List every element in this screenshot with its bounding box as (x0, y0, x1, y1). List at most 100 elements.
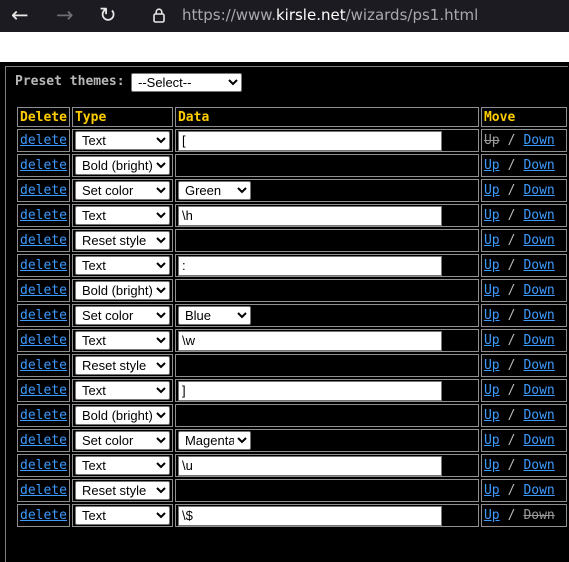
type-select[interactable]: Reset style (74, 481, 170, 500)
move-up-link[interactable]: Up (484, 458, 500, 473)
type-select[interactable]: Bold (bright) (74, 281, 170, 300)
move-separator: / (507, 133, 516, 148)
color-select[interactable]: Magenta (177, 431, 251, 450)
type-select[interactable]: Text (74, 206, 170, 225)
color-select[interactable]: Green (177, 181, 251, 200)
move-up-link[interactable]: Up (484, 333, 500, 348)
move-cell: Up / Down (480, 329, 567, 352)
move-down-link[interactable]: Down (523, 408, 554, 423)
text-data-input[interactable] (177, 255, 442, 276)
move-down-link[interactable]: Down (523, 208, 554, 223)
type-select[interactable]: Text (74, 506, 170, 525)
table-row: delete Text Up / Down (17, 454, 567, 477)
type-select[interactable]: Text (74, 131, 170, 150)
text-data-input[interactable] (177, 130, 442, 151)
move-down-link[interactable]: Down (523, 133, 554, 148)
type-select[interactable]: Bold (bright) (74, 156, 170, 175)
delete-link[interactable]: delete (20, 358, 67, 373)
move-separator: / (507, 358, 516, 373)
type-select[interactable]: Text (74, 331, 170, 350)
type-select[interactable]: Text (74, 456, 170, 475)
move-up-link[interactable]: Up (484, 258, 500, 273)
type-select[interactable]: Set color (74, 306, 170, 325)
back-arrow-icon[interactable]: ← (11, 3, 29, 27)
move-down-link[interactable]: Down (523, 333, 554, 348)
delete-link[interactable]: delete (20, 383, 67, 398)
move-down-link[interactable]: Down (523, 183, 554, 198)
preset-themes-select[interactable]: --Select-- (131, 73, 242, 92)
move-cell: Up / Down (480, 229, 567, 252)
type-select[interactable]: Reset style (74, 231, 170, 250)
text-data-input[interactable] (177, 505, 442, 526)
text-data-input[interactable] (177, 330, 442, 351)
move-down-link[interactable]: Down (523, 458, 554, 473)
move-up-link[interactable]: Up (484, 233, 500, 248)
move-down-link[interactable]: Down (523, 358, 554, 373)
delete-link[interactable]: delete (20, 483, 67, 498)
data-cell (174, 379, 479, 402)
table-row: delete Set color Blue Up / Down (17, 304, 567, 327)
delete-link[interactable]: delete (20, 458, 67, 473)
type-select[interactable]: Set color (74, 181, 170, 200)
type-select[interactable]: Text (74, 381, 170, 400)
delete-link[interactable]: delete (20, 183, 67, 198)
data-cell (174, 229, 479, 252)
color-select[interactable]: Blue (177, 306, 251, 325)
data-cell (174, 154, 479, 177)
data-cell (174, 454, 479, 477)
delete-link[interactable]: delete (20, 308, 67, 323)
move-separator: / (507, 283, 516, 298)
delete-link[interactable]: delete (20, 133, 67, 148)
move-up-link[interactable]: Up (484, 383, 500, 398)
text-data-input[interactable] (177, 380, 442, 401)
delete-link[interactable]: delete (20, 158, 67, 173)
move-up-link[interactable]: Up (484, 508, 500, 523)
move-up-link[interactable]: Up (484, 483, 500, 498)
data-cell (174, 404, 479, 427)
move-down-link[interactable]: Down (523, 233, 554, 248)
move-up-link[interactable]: Up (484, 208, 500, 223)
move-up-link[interactable]: Up (484, 308, 500, 323)
move-up-link[interactable]: Up (484, 408, 500, 423)
type-select[interactable]: Text (74, 256, 170, 275)
header-data: Data (174, 107, 479, 127)
move-up-link[interactable]: Up (484, 283, 500, 298)
type-cell: Set color (71, 304, 173, 327)
move-down-link[interactable]: Down (523, 258, 554, 273)
text-data-input[interactable] (177, 455, 442, 476)
data-cell: Blue (174, 304, 479, 327)
delete-link[interactable]: delete (20, 333, 67, 348)
move-down-link[interactable]: Down (523, 158, 554, 173)
text-data-input[interactable] (177, 205, 442, 226)
move-down-link[interactable]: Down (523, 308, 554, 323)
url-prefix: https://www. (182, 6, 276, 24)
move-cell: Up / Down (480, 379, 567, 402)
header-delete: Delete (17, 107, 70, 127)
delete-link[interactable]: delete (20, 233, 67, 248)
move-down-link[interactable]: Down (523, 283, 554, 298)
move-up-link[interactable]: Up (484, 158, 500, 173)
type-select[interactable]: Set color (74, 431, 170, 450)
table-row: delete Reset style Up / Down (17, 229, 567, 252)
forward-arrow-icon[interactable]: → (56, 3, 74, 27)
delete-link[interactable]: delete (20, 283, 67, 298)
reload-icon[interactable]: ↻ (99, 3, 117, 27)
move-down-link[interactable]: Down (523, 433, 554, 448)
delete-link[interactable]: delete (20, 508, 67, 523)
move-up-link[interactable]: Up (484, 433, 500, 448)
type-cell: Text (71, 129, 173, 152)
delete-link[interactable]: delete (20, 408, 67, 423)
delete-link[interactable]: delete (20, 258, 67, 273)
ps1-wizard-panel: Preset themes: --Select-- Delete Type Da… (0, 62, 569, 562)
address-bar[interactable]: https://www.kirsle.net/wizards/ps1.html (182, 5, 478, 25)
delete-link[interactable]: delete (20, 433, 67, 448)
delete-link[interactable]: delete (20, 208, 67, 223)
type-select[interactable]: Reset style (74, 356, 170, 375)
table-row: delete Text Up / Down (17, 504, 567, 527)
move-up-link[interactable]: Up (484, 358, 500, 373)
move-up-link[interactable]: Up (484, 183, 500, 198)
move-cell: Up / Down (480, 404, 567, 427)
type-select[interactable]: Bold (bright) (74, 406, 170, 425)
move-down-link[interactable]: Down (523, 483, 554, 498)
move-down-link[interactable]: Down (523, 383, 554, 398)
